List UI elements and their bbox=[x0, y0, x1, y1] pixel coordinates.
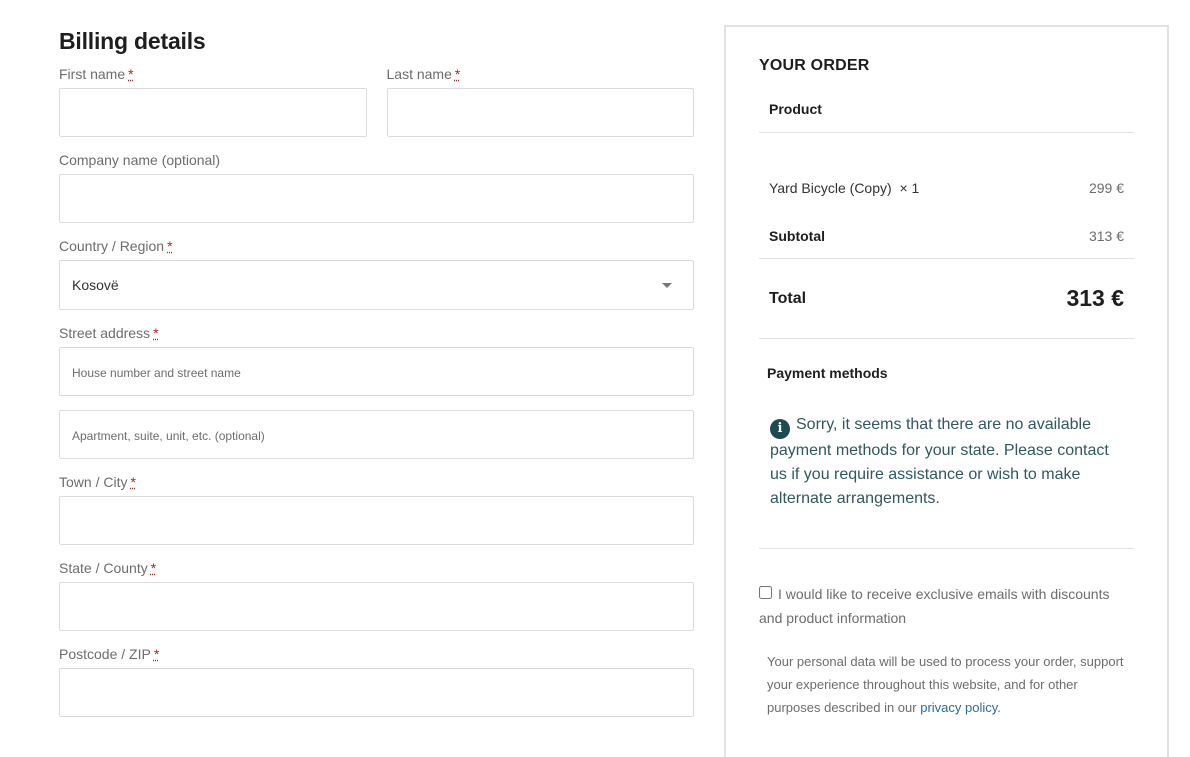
no-payment-notice: i Sorry, it seems that there are no avail… bbox=[767, 413, 1126, 511]
privacy-notice-end: . bbox=[997, 700, 1001, 715]
first-name-field-group: First name * bbox=[59, 66, 367, 137]
apartment-input[interactable] bbox=[59, 410, 694, 459]
street-field-group: Street address * bbox=[59, 325, 694, 396]
total-value: 313 € bbox=[1066, 285, 1124, 311]
marketing-consent: I would like to receive exclusive emails… bbox=[759, 582, 1134, 630]
subtotal-value: 313 € bbox=[1088, 227, 1124, 244]
payment-methods-section: Payment methods i Sorry, it seems that th… bbox=[759, 339, 1134, 549]
country-field-group: Country / Region * Kosovë bbox=[59, 238, 694, 310]
order-item-price: 299 € bbox=[1088, 180, 1124, 196]
billing-details-form: Billing details First name * Last name * C… bbox=[59, 28, 694, 732]
product-column-header: Product bbox=[769, 101, 822, 117]
required-mark: * bbox=[130, 474, 136, 490]
first-name-input[interactable] bbox=[59, 88, 367, 137]
postcode-label: Postcode / ZIP * bbox=[59, 646, 160, 662]
order-item-name-wrap: Yard Bicycle (Copy) × 1 bbox=[769, 180, 919, 196]
order-item-row: Yard Bicycle (Copy) × 1 299 € bbox=[759, 163, 1134, 213]
city-input[interactable] bbox=[59, 496, 694, 545]
required-mark: * bbox=[167, 238, 173, 254]
name-row: First name * Last name * bbox=[59, 66, 694, 152]
street-address-input[interactable] bbox=[59, 347, 694, 396]
postcode-field-group: Postcode / ZIP * bbox=[59, 646, 694, 717]
order-table: Product Yard Bicycle (Copy) × 1 299 € Su… bbox=[759, 101, 1134, 339]
order-item-name: Yard Bicycle (Copy) bbox=[769, 180, 892, 196]
state-input[interactable] bbox=[59, 582, 694, 631]
country-select[interactable]: Kosovë bbox=[59, 260, 694, 310]
country-label: Country / Region * bbox=[59, 238, 173, 254]
company-input[interactable] bbox=[59, 174, 694, 223]
order-item-qty: × 1 bbox=[899, 180, 920, 196]
last-name-label: Last name * bbox=[386, 66, 461, 82]
city-label: Town / City * bbox=[59, 474, 136, 490]
order-table-spacer bbox=[759, 133, 1134, 163]
total-row: Total 313 € bbox=[759, 259, 1134, 339]
company-field-group: Company name (optional) bbox=[59, 152, 694, 223]
last-name-input[interactable] bbox=[386, 88, 694, 137]
marketing-consent-checkbox[interactable] bbox=[759, 586, 772, 599]
payment-methods-title: Payment methods bbox=[767, 365, 888, 381]
no-payment-notice-text: Sorry, it seems that there are no availa… bbox=[770, 416, 1109, 507]
order-review-panel: YOUR ORDER Product Yard Bicycle (Copy) ×… bbox=[724, 25, 1169, 757]
order-title: YOUR ORDER bbox=[759, 57, 870, 74]
street-label: Street address * bbox=[59, 325, 159, 341]
state-label: State / County * bbox=[59, 560, 157, 576]
info-icon: i bbox=[770, 419, 790, 439]
state-field-group: State / County * bbox=[59, 560, 694, 631]
marketing-consent-label: I would like to receive exclusive emails… bbox=[759, 586, 1110, 626]
order-table-header: Product bbox=[759, 101, 1134, 133]
street-2-field-group bbox=[59, 410, 694, 459]
required-mark: * bbox=[150, 560, 157, 576]
required-mark: * bbox=[153, 646, 160, 662]
privacy-notice: Your personal data will be used to proce… bbox=[759, 650, 1134, 719]
city-field-group: Town / City * bbox=[59, 474, 694, 545]
chevron-down-icon bbox=[662, 282, 672, 288]
subtotal-label: Subtotal bbox=[769, 227, 825, 244]
first-name-label: First name * bbox=[59, 66, 134, 82]
last-name-field-group: Last name * bbox=[386, 66, 694, 137]
required-mark: * bbox=[454, 66, 461, 82]
required-mark: * bbox=[128, 66, 134, 82]
country-selected-value: Kosovë bbox=[72, 277, 119, 293]
required-mark: * bbox=[153, 325, 159, 341]
privacy-policy-link[interactable]: privacy policy bbox=[920, 700, 997, 715]
company-label: Company name (optional) bbox=[59, 152, 221, 168]
billing-title: Billing details bbox=[59, 28, 206, 54]
postcode-input[interactable] bbox=[59, 668, 694, 717]
subtotal-row: Subtotal 313 € bbox=[759, 213, 1134, 259]
total-label: Total bbox=[769, 289, 807, 307]
